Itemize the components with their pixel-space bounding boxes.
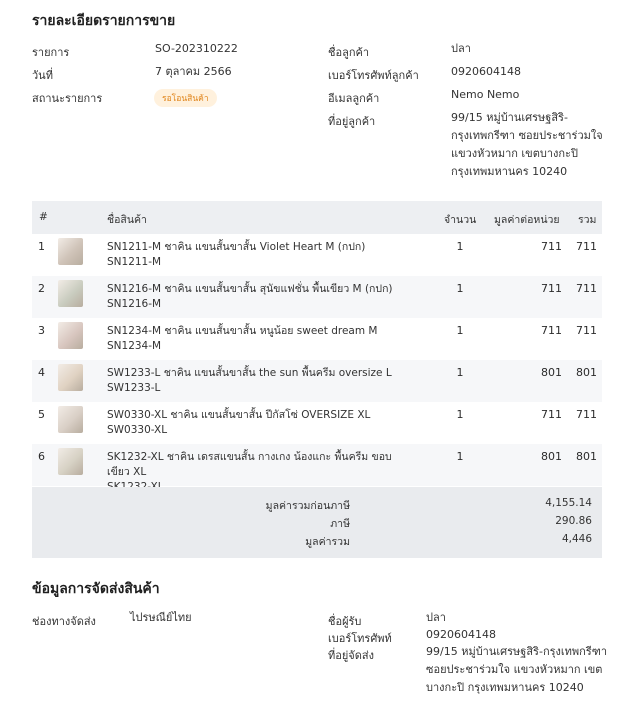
- product-sku: SN1234-M: [107, 340, 162, 352]
- customer-phone-value: 0920604148: [451, 65, 521, 78]
- row-qty: 1: [456, 450, 464, 463]
- date-value: 7 ตุลาคม 2566: [155, 65, 232, 78]
- table-row: 5 SW0330-XL ชาคิน แขนสั้นขาสั้น ปีกัสโซ่ …: [32, 402, 602, 444]
- grand-total-label: มูลค่ารวม: [305, 536, 350, 548]
- product-name-cell: SN1211-M ชาคิน แขนสั้นขาสั้น Violet Hear…: [107, 240, 407, 270]
- order-details-title: รายละเอียดรายการขาย: [32, 13, 176, 29]
- row-total: 711: [576, 324, 597, 337]
- product-thumbnail: [58, 280, 83, 307]
- customer-email-label: อีเมลลูกค้า: [328, 92, 380, 105]
- subtotal-value: 4,155.14: [545, 497, 592, 509]
- customer-name-label: ชื่อลูกค้า: [328, 46, 370, 59]
- product-thumbnail: [58, 448, 83, 475]
- col-index-header: #: [39, 211, 48, 223]
- grand-total-value: 4,446: [561, 533, 592, 545]
- row-qty: 1: [456, 324, 464, 337]
- address-line: กรุงเทพมหานคร 10240: [451, 165, 568, 178]
- order-no-label: รายการ: [32, 46, 70, 59]
- product-name-cell: SW0330-XL ชาคิน แขนสั้นขาสั้น ปีกัสโซ่ O…: [107, 408, 407, 438]
- address-line: 99/15 หมู่บ้านเศรษฐสิริ-: [451, 111, 568, 124]
- customer-name-value: ปลา: [451, 42, 471, 55]
- product-sku: SN1211-M: [107, 256, 162, 268]
- order-no-value: SO-202310222: [155, 42, 238, 55]
- subtotal-label: มูลค่ารวมก่อนภาษี: [265, 500, 350, 512]
- row-total: 801: [576, 450, 597, 463]
- row-index: 6: [38, 450, 45, 463]
- table-row: 4 SW1233-L ชาคิน แขนสั้นขาสั้น the sun พื…: [32, 360, 602, 402]
- product-name: SK1232-XL ชาคิน เดรสแขนสั้น กางเกง น้องแ…: [107, 451, 392, 478]
- product-name-cell: SW1233-L ชาคิน แขนสั้นขาสั้น the sun พื้…: [107, 366, 407, 396]
- recipient-phone-label: เบอร์โทรศัพท์: [328, 632, 392, 645]
- row-index: 5: [38, 408, 45, 421]
- col-total-header: รวม: [578, 214, 597, 226]
- product-name-cell: SN1216-M ชาคิน แขนสั้นขาสั้น สุนัขแฟชั่น…: [107, 282, 407, 312]
- product-sku: SN1216-M: [107, 298, 162, 310]
- product-thumbnail: [58, 406, 83, 433]
- product-thumbnail: [58, 238, 83, 265]
- product-thumbnail: [58, 364, 83, 391]
- row-index: 2: [38, 282, 45, 295]
- row-qty: 1: [456, 408, 464, 421]
- address-line: แขวงหัวหมาก เขตบางกะปิ: [451, 147, 578, 160]
- status-label: สถานะรายการ: [32, 92, 103, 105]
- row-total: 711: [576, 282, 597, 295]
- row-index: 3: [38, 324, 45, 337]
- col-unit-price-header: มูลค่าต่อหน่วย: [494, 214, 560, 226]
- row-index: 1: [38, 240, 45, 253]
- customer-address-value: 99/15 หมู่บ้านเศรษฐสิริ- กรุงเทพกรีฑา ซอ…: [451, 109, 603, 181]
- product-thumbnail: [58, 322, 83, 349]
- row-qty: 1: [456, 366, 464, 379]
- table-row: 6 SK1232-XL ชาคิน เดรสแขนสั้น กางเกง น้อง…: [32, 444, 602, 493]
- row-total: 711: [576, 240, 597, 253]
- product-name: SN1211-M ชาคิน แขนสั้นขาสั้น Violet Hear…: [107, 241, 366, 253]
- row-qty: 1: [456, 240, 464, 253]
- col-qty-header: จำนวน: [444, 214, 477, 226]
- order-items-table: # ชื่อสินค้า จำนวน มูลค่าต่อหน่วย รวม 1 S…: [32, 201, 602, 493]
- address-line: 99/15 หมู่บ้านเศรษฐสิริ-กรุงเทพกรีฑา: [426, 645, 608, 658]
- table-row: 2 SN1216-M ชาคิน แขนสั้นขาสั้น สุนัขแฟชั่…: [32, 276, 602, 318]
- row-qty: 1: [456, 282, 464, 295]
- address-line: บางกะปิ กรุงเทพมหานคร 10240: [426, 681, 584, 694]
- shipping-channel-value: ไปรษณีย์ไทย: [130, 611, 192, 624]
- shipping-channel-label: ช่องทางจัดส่ง: [32, 615, 96, 628]
- customer-address-label: ที่อยู่ลูกค้า: [328, 115, 376, 128]
- table-row: 3 SN1234-M ชาคิน แขนสั้นขาสั้น หนูน้อย sw…: [32, 318, 602, 360]
- col-product-header: ชื่อสินค้า: [107, 214, 147, 226]
- table-header: # ชื่อสินค้า จำนวน มูลค่าต่อหน่วย รวม: [32, 201, 602, 234]
- tax-label: ภาษี: [330, 518, 350, 530]
- shipping-address-label: ที่อยู่จัดส่ง: [328, 649, 374, 662]
- product-name: SN1234-M ชาคิน แขนสั้นขาสั้น หนูน้อย swe…: [107, 325, 378, 337]
- product-sku: SW0330-XL: [107, 424, 168, 436]
- customer-phone-label: เบอร์โทรศัพท์ลูกค้า: [328, 69, 419, 82]
- recipient-phone-value: 0920604148: [426, 628, 496, 641]
- product-name: SN1216-M ชาคิน แขนสั้นขาสั้น สุนัขแฟชั่น…: [107, 283, 393, 295]
- row-total: 711: [576, 408, 597, 421]
- date-label: วันที่: [32, 69, 53, 82]
- shipping-address-value: 99/15 หมู่บ้านเศรษฐสิริ-กรุงเทพกรีฑา ซอย…: [426, 643, 607, 697]
- product-name: SW1233-L ชาคิน แขนสั้นขาสั้น the sun พื้…: [107, 367, 392, 379]
- tax-value: 290.86: [555, 515, 592, 527]
- shipping-title: ข้อมูลการจัดส่งสินค้า: [32, 581, 160, 597]
- recipient-value: ปลา: [426, 611, 446, 624]
- customer-email-value: Nemo Nemo: [451, 88, 520, 101]
- recipient-label: ชื่อผู้รับ: [328, 615, 362, 628]
- row-total: 801: [576, 366, 597, 379]
- table-body: 1 SN1211-M ชาคิน แขนสั้นขาสั้น Violet Hea…: [32, 234, 602, 493]
- table-row: 1 SN1211-M ชาคิน แขนสั้นขาสั้น Violet Hea…: [32, 234, 602, 276]
- status-badge: รอโอนสินค้า: [154, 89, 217, 107]
- product-name-cell: SN1234-M ชาคิน แขนสั้นขาสั้น หนูน้อย swe…: [107, 324, 407, 354]
- product-name: SW0330-XL ชาคิน แขนสั้นขาสั้น ปีกัสโซ่ O…: [107, 409, 371, 421]
- product-sku: SW1233-L: [107, 382, 161, 394]
- order-summary: มูลค่ารวมก่อนภาษี 4,155.14 ภาษี 290.86 ม…: [32, 487, 602, 558]
- address-line: กรุงเทพกรีฑา ซอยประชาร่วมใจ: [451, 129, 603, 142]
- row-index: 4: [38, 366, 45, 379]
- address-line: ซอยประชาร่วมใจ แขวงหัวหมาก เขต: [426, 663, 603, 676]
